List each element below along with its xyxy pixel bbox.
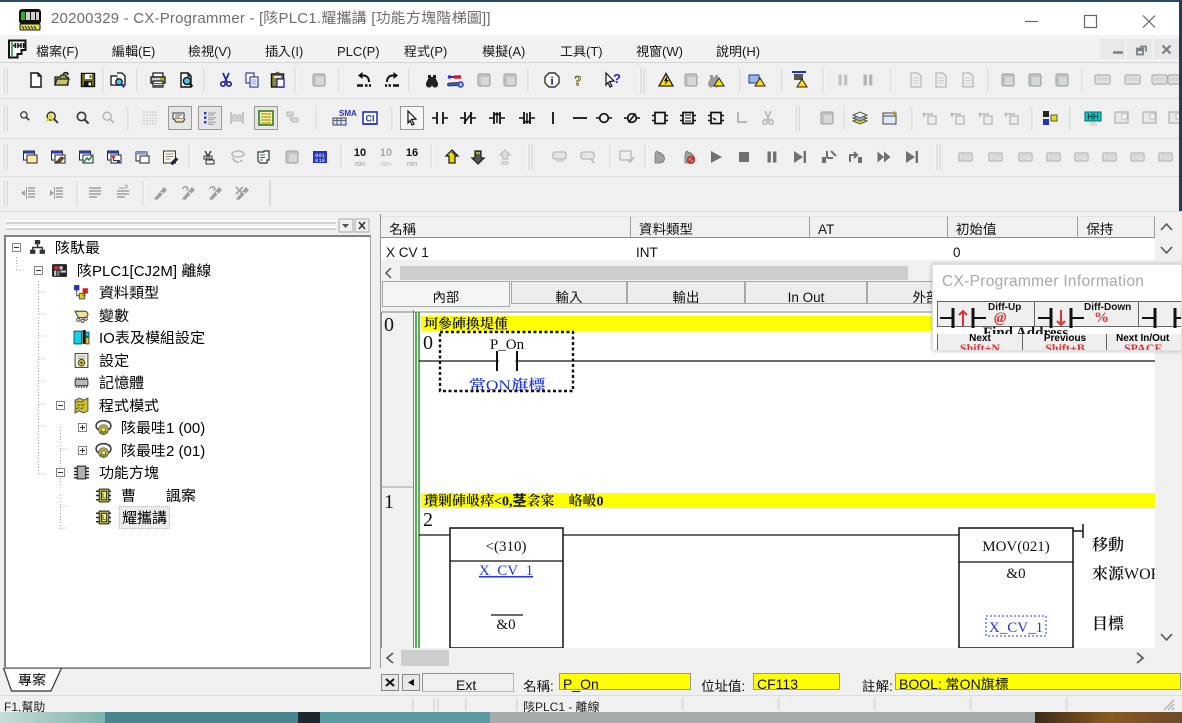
svg-text:&0: &0 [1006, 562, 1025, 583]
svg-text:X_CV_1: X_CV_1 [989, 616, 1043, 637]
svg-text:常ON旗標: 常ON旗標 [469, 374, 547, 395]
svg-text:X_CV_1: X_CV_1 [479, 559, 533, 580]
svg-text:<(310): <(310) [486, 535, 527, 556]
svg-text:0: 0 [384, 310, 394, 337]
svg-text:坷參硨換堤偅: 坷參硨換堤偅 [424, 314, 508, 334]
svg-text:0: 0 [423, 326, 433, 355]
svg-text:ran: ran [1089, 122, 1096, 128]
svg-text:1: 1 [384, 485, 394, 514]
svg-text:P_On: P_On [490, 333, 525, 354]
svg-text:ron: ron [381, 161, 391, 168]
svg-text:目標: 目標 [1092, 611, 1124, 634]
svg-text:L: L [102, 491, 106, 500]
svg-text:10: 10 [380, 147, 392, 159]
svg-text:瓚剿硨岋瘁<0,茎衾寀 峈岋0: 瓚剿硨岋瘁<0,茎衾寀 峈岋0 [424, 491, 603, 511]
svg-text:HH: HH [1087, 113, 1099, 122]
svg-text:ron: ron [407, 161, 417, 168]
svg-text:ron: ron [355, 161, 365, 168]
svg-text:10: 10 [354, 147, 366, 159]
svg-text:?: ? [613, 71, 621, 86]
svg-text:2: 2 [423, 503, 433, 532]
svg-text:?: ? [574, 74, 582, 90]
svg-text:MOV(021): MOV(021) [982, 535, 1050, 556]
svg-text:&0: &0 [496, 613, 515, 634]
svg-text:CI: CI [366, 114, 375, 124]
svg-text:010: 010 [315, 157, 325, 164]
svg-text:16: 16 [406, 147, 418, 159]
svg-text:SMA: SMA [339, 109, 357, 118]
svg-text:專案: 專案 [18, 670, 46, 690]
svg-text:L: L [102, 513, 106, 522]
svg-text:移動: 移動 [1092, 532, 1124, 555]
